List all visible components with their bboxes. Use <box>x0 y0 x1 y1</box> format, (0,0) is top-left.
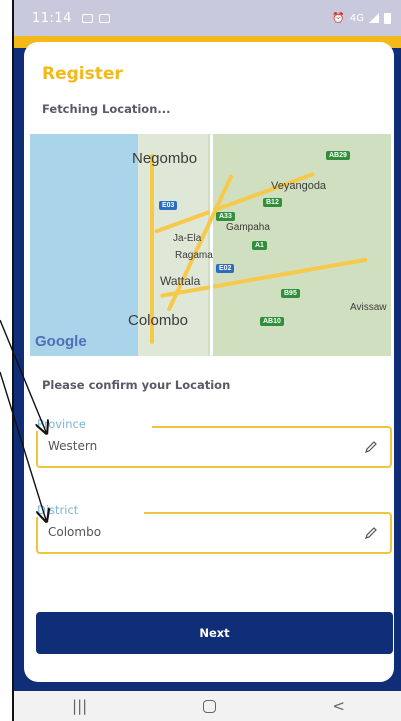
system-nav-bar: ||| < <box>14 691 401 721</box>
pencil-icon[interactable] <box>364 440 378 454</box>
district-value: Colombo <box>48 525 102 539</box>
map-road <box>210 134 213 356</box>
pencil-icon[interactable] <box>364 526 378 540</box>
province-value: Western <box>48 439 98 453</box>
province-label: Province <box>35 417 152 431</box>
location-status: Fetching Location... <box>42 102 171 116</box>
map-place-label: Negombo <box>132 150 198 167</box>
road-shield: B95 <box>281 289 300 298</box>
map-place-label: Ja-Ela <box>173 233 202 244</box>
battery-icon <box>384 12 391 24</box>
map-place-label: Avissaw <box>350 302 387 313</box>
back-button[interactable]: < <box>332 697 345 715</box>
map-sea <box>30 134 138 356</box>
home-button[interactable] <box>203 699 217 713</box>
status-time: 11:14 <box>32 10 72 26</box>
status-right: ⏰ 4G <box>332 12 391 24</box>
road-shield: A1 <box>252 241 267 250</box>
province-field[interactable]: Province Western <box>35 417 392 468</box>
district-field[interactable]: District Colombo <box>35 503 392 554</box>
map-place-label: Veyangoda <box>271 180 327 192</box>
map-place-label: Colombo <box>128 312 189 329</box>
signal-icon <box>369 13 379 23</box>
map-place-label: Ragama <box>175 250 213 261</box>
network-type: 4G <box>349 12 364 24</box>
road-shield: AB10 <box>260 317 284 326</box>
road-shield: E03 <box>159 201 178 210</box>
district-label: District <box>35 503 145 517</box>
road-shield: E02 <box>216 264 235 273</box>
road-shield: AB29 <box>326 151 350 160</box>
alarm-icon: ⏰ <box>332 12 345 24</box>
map-inland <box>208 134 391 356</box>
gallery-icon <box>81 13 93 23</box>
status-bar: 11:14 ⏰ 4G <box>14 0 401 36</box>
recents-button[interactable]: ||| <box>72 697 87 715</box>
road-shield: A33 <box>216 212 235 221</box>
page-title: Register <box>42 64 123 84</box>
map-place-label: Wattala <box>160 274 201 288</box>
road-shield: B12 <box>263 198 282 207</box>
location-map[interactable]: Negombo Veyangoda Gampaha Ja-Ela Ragama … <box>30 134 391 356</box>
message-icon <box>98 13 110 23</box>
confirm-location-text: Please confirm your Location <box>42 378 231 392</box>
next-button[interactable]: Next <box>36 612 393 654</box>
map-place-label: Gampaha <box>226 222 270 233</box>
phone-screen: 11:14 ⏰ 4G Register Fetching Location...… <box>12 0 401 721</box>
google-logo: Google <box>35 333 87 350</box>
